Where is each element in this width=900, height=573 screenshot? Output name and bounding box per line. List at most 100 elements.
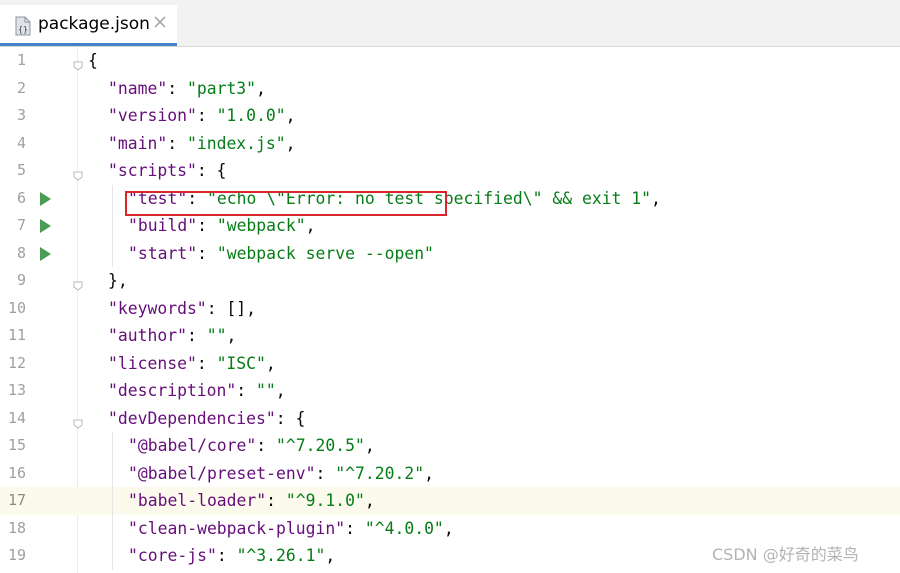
json-punct: }, (108, 271, 128, 290)
json-key: "keywords" (108, 298, 207, 318)
tab-package-json[interactable]: {} package.json (0, 5, 177, 46)
code-text: "license": "ISC", (108, 350, 276, 378)
code-line[interactable]: 7 "build": "webpack", (0, 212, 900, 240)
code-text: "keywords": [], (108, 295, 256, 323)
json-string: "webpack" (216, 216, 306, 235)
code-text: { (88, 47, 98, 75)
code-text: "name": "part3", (108, 75, 266, 103)
code-line[interactable]: 5 "scripts": { (0, 157, 900, 185)
code-line[interactable]: 2 "name": "part3", (0, 75, 900, 103)
svg-text:{}: {} (18, 25, 28, 34)
json-string: "^7.20.2" (335, 463, 425, 483)
line-number: 2 (16, 78, 26, 97)
run-script-icon[interactable] (40, 219, 51, 233)
json-punct: , (364, 491, 375, 510)
json-punct: : { (275, 408, 306, 428)
json-string: "^4.0.0" (364, 518, 444, 538)
json-string: "^7.20.5" (276, 436, 365, 455)
json-string: "^3.26.1" (236, 546, 326, 565)
json-key: "scripts" (108, 161, 197, 180)
tab-label: package.json (38, 14, 150, 34)
json-key: "core-js" (128, 546, 217, 565)
json-key: "name" (108, 78, 168, 98)
watermark: CSDN @好奇的菜鸟 (712, 545, 859, 564)
json-punct: : (345, 518, 365, 538)
line-number: 16 (7, 463, 26, 482)
json-punct: : (266, 491, 286, 510)
code-line[interactable]: 3 "version": "1.0.0", (0, 102, 900, 130)
code-text: "core-js": "^3.26.1", (128, 542, 335, 570)
line-number: 18 (7, 518, 26, 537)
code-line[interactable]: 1{ (0, 47, 900, 75)
code-line[interactable]: 17 "babel-loader": "^9.1.0", (0, 487, 900, 515)
json-punct: { (88, 51, 98, 70)
fold-icon[interactable] (73, 56, 83, 71)
line-number: 13 (7, 381, 26, 399)
code-line[interactable]: 18 "clean-webpack-plugin": "^4.0.0", (0, 514, 900, 543)
line-number: 7 (16, 216, 26, 234)
json-punct: : (315, 463, 336, 483)
json-string: "" (206, 326, 227, 345)
editor-tab-bar: {} package.json (0, 0, 900, 47)
code-line[interactable]: 13 "description": "", (0, 377, 900, 405)
indent-guide (112, 514, 113, 542)
json-punct: : (197, 216, 217, 235)
fold-icon[interactable] (73, 166, 83, 181)
code-text: "scripts": { (108, 157, 226, 185)
line-number: 11 (7, 326, 26, 344)
json-key: "start" (128, 243, 198, 263)
indent-guide (112, 184, 113, 212)
json-punct: , (305, 216, 316, 235)
code-line[interactable]: 11 "author": "", (0, 322, 900, 350)
json-punct: : (196, 106, 217, 125)
json-punct: : (167, 133, 187, 153)
json-punct: : (167, 78, 187, 98)
close-icon[interactable] (153, 14, 167, 28)
line-number: 10 (7, 298, 26, 317)
code-line[interactable]: 4 "main": "index.js", (0, 130, 900, 158)
line-number: 19 (7, 546, 26, 564)
code-line[interactable]: 16 "@babel/preset-env": "^7.20.2", (0, 459, 900, 488)
code-line[interactable]: 12 "license": "ISC", (0, 350, 900, 378)
code-line[interactable]: 15 "@babel/core": "^7.20.5", (0, 432, 900, 460)
line-number: 5 (16, 161, 26, 179)
json-punct: , (285, 133, 296, 153)
code-text: "@babel/preset-env": "^7.20.2", (128, 460, 434, 488)
code-line[interactable]: 14 "devDependencies": { (0, 405, 900, 433)
line-number: 15 (7, 436, 26, 454)
code-text: "clean-webpack-plugin": "^4.0.0", (128, 515, 454, 543)
fold-icon[interactable] (73, 276, 83, 291)
json-key: "@babel/preset-env" (128, 463, 316, 483)
line-number: 14 (7, 408, 26, 427)
code-line[interactable]: 10 "keywords": [], (0, 295, 900, 323)
json-punct: , (424, 463, 434, 483)
json-punct: : (216, 546, 237, 565)
run-script-icon[interactable] (40, 246, 51, 261)
run-script-icon[interactable] (40, 191, 51, 206)
json-punct: : (186, 326, 207, 345)
json-punct: , (226, 326, 237, 345)
line-number: 4 (16, 133, 26, 152)
json-string: "^9.1.0" (285, 491, 365, 510)
json-punct: , (256, 78, 266, 98)
indent-guide (112, 212, 113, 240)
json-punct: , (285, 106, 296, 125)
json-punct: : (197, 243, 217, 263)
json-key: "main" (108, 133, 168, 153)
json-key: "babel-loader" (128, 491, 267, 510)
json-key: "@babel/core" (128, 436, 257, 455)
code-line[interactable]: 9}, (0, 267, 900, 295)
json-key: "version" (108, 106, 197, 125)
indent-guide (112, 459, 113, 487)
json-string: "1.0.0" (216, 106, 286, 125)
code-text: "version": "1.0.0", (108, 102, 296, 130)
code-editor[interactable]: 1{ 2 "name": "part3", 3 "version": "1.0.0", 4… (0, 47, 900, 573)
code-text: "@babel/core": "^7.20.5", (128, 432, 375, 460)
json-punct: , (364, 436, 375, 455)
json-punct: , (443, 518, 454, 538)
json-file-icon: {} (13, 16, 33, 36)
json-key: "build" (128, 216, 198, 235)
json-punct: : { (196, 161, 227, 180)
code-line[interactable]: 8 "start": "webpack serve --open" (0, 239, 900, 267)
fold-icon[interactable] (73, 414, 83, 429)
